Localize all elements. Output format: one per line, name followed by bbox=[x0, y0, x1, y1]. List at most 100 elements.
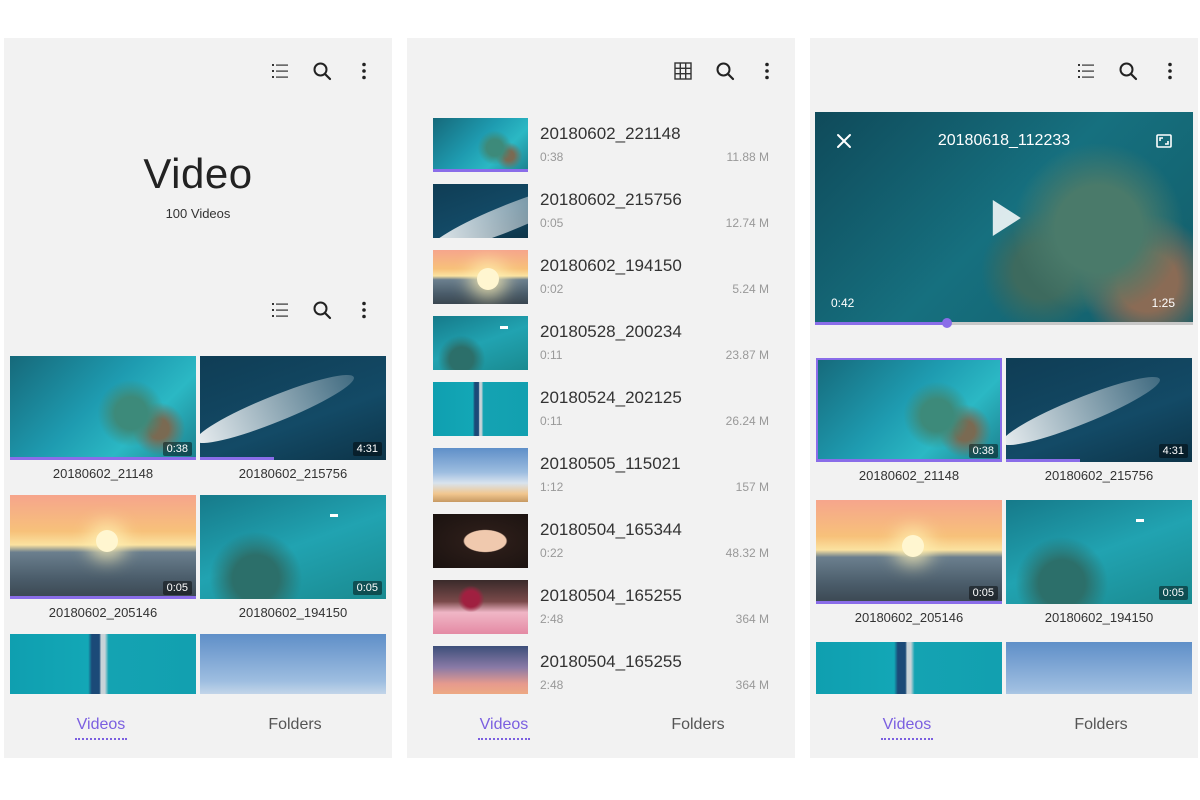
video-thumbnail[interactable]: 0:05 bbox=[1006, 500, 1192, 604]
list-view-icon[interactable] bbox=[270, 61, 290, 81]
video-thumbnail[interactable] bbox=[433, 514, 528, 568]
duration-badge: 4:31 bbox=[1158, 444, 1188, 458]
video-tile[interactable]: 0:05 20180602_194150 bbox=[1006, 500, 1192, 625]
file-size: 48.32 M bbox=[725, 546, 769, 560]
video-thumbnail[interactable]: 0:05 bbox=[816, 500, 1002, 604]
watch-progress-bar bbox=[1006, 459, 1081, 462]
file-size: 5.24 M bbox=[732, 282, 769, 296]
video-thumbnail[interactable] bbox=[433, 250, 528, 304]
video-thumbnail[interactable] bbox=[433, 448, 528, 502]
video-player[interactable]: 20180618_112233 0:42 1:25 bbox=[815, 112, 1193, 324]
list-item[interactable]: 20180524_202125 0:11 26.24 M bbox=[433, 382, 769, 436]
page-title: Video bbox=[143, 150, 253, 197]
video-thumbnail[interactable]: 0:05 bbox=[200, 495, 386, 599]
video-thumbnail[interactable] bbox=[433, 184, 528, 238]
player-title: 20180618_112233 bbox=[937, 132, 1071, 149]
watch-progress-bar bbox=[433, 169, 528, 172]
video-duration: 0:05 bbox=[540, 216, 564, 230]
video-tile[interactable]: 0:05 20180602_205146 bbox=[10, 495, 196, 620]
file-size: 364 M bbox=[735, 612, 769, 626]
fullscreen-icon[interactable] bbox=[1155, 132, 1173, 150]
file-size: 11.88 M bbox=[726, 150, 769, 164]
video-duration: 0:11 bbox=[540, 414, 563, 428]
seek-bar-fill bbox=[815, 322, 948, 325]
list-item[interactable]: 20180505_115021 1:12 157 M bbox=[433, 448, 769, 502]
more-icon[interactable] bbox=[354, 300, 374, 320]
list-item[interactable]: 20180504_165255 2:48 364 M bbox=[433, 580, 769, 634]
video-thumbnail[interactable] bbox=[433, 316, 528, 370]
video-title: 20180528_200234 bbox=[540, 322, 682, 341]
list-item[interactable]: 20180528_200234 0:11 23.87 M bbox=[433, 316, 769, 370]
video-tile[interactable]: 4:31 20180602_215756 bbox=[1006, 358, 1192, 483]
list-item[interactable]: 20180602_221148 0:38 11.88 M bbox=[433, 118, 769, 172]
search-icon[interactable] bbox=[312, 300, 332, 320]
duration-badge: 0:38 bbox=[162, 442, 192, 456]
bottom-nav: Videos Folders bbox=[810, 694, 1198, 758]
video-thumbnail[interactable]: 0:38 bbox=[10, 356, 196, 460]
file-size: 26.24 M bbox=[725, 414, 769, 428]
list-view-icon[interactable] bbox=[270, 300, 290, 320]
watch-progress-bar bbox=[10, 596, 196, 599]
search-icon[interactable] bbox=[312, 61, 332, 81]
video-thumbnail[interactable]: 0:05 bbox=[10, 495, 196, 599]
tab-folders[interactable]: Folders bbox=[1004, 694, 1198, 758]
video-title: 20180602_215756 bbox=[238, 466, 348, 481]
video-tile[interactable]: 4:31 20180602_215756 bbox=[200, 356, 386, 481]
duration-badge: 0:38 bbox=[968, 444, 998, 458]
file-size: 23.87 M bbox=[725, 348, 769, 362]
more-icon[interactable] bbox=[354, 61, 374, 81]
video-thumbnail[interactable]: 4:31 bbox=[200, 356, 386, 460]
video-tile[interactable]: 0:38 20180602_21148 bbox=[816, 358, 1002, 483]
more-icon[interactable] bbox=[757, 61, 777, 81]
video-title: 20180602_215756 bbox=[1044, 468, 1154, 483]
list-item[interactable]: 20180602_194150 0:02 5.24 M bbox=[433, 250, 769, 304]
search-icon[interactable] bbox=[715, 61, 735, 81]
tab-videos[interactable]: Videos bbox=[4, 694, 198, 758]
video-title: 20180602_194150 bbox=[238, 605, 348, 620]
tab-videos[interactable]: Videos bbox=[810, 694, 1004, 758]
video-thumbnail[interactable] bbox=[433, 382, 528, 436]
list-item[interactable]: 20180504_165255 2:48 364 M bbox=[433, 646, 769, 700]
video-list-screen: 20180602_221148 0:38 11.88 M 20180602_21575… bbox=[407, 38, 795, 758]
file-size: 12.74 M bbox=[725, 216, 769, 230]
video-grid-screen: Video 100 Videos 0:38 20180602_21148 4:31 2… bbox=[4, 38, 392, 758]
video-thumbnail[interactable] bbox=[433, 646, 528, 700]
video-title: 20180602_21148 bbox=[52, 466, 154, 481]
list-view-icon[interactable] bbox=[1076, 61, 1096, 81]
video-title: 20180505_115021 bbox=[540, 454, 681, 473]
seek-handle[interactable] bbox=[942, 318, 953, 328]
list-item[interactable]: 20180602_215756 0:05 12.74 M bbox=[433, 184, 769, 238]
list-item[interactable]: 20180504_165344 0:22 48.32 M bbox=[433, 514, 769, 568]
video-thumbnail[interactable] bbox=[433, 580, 528, 634]
more-icon[interactable] bbox=[1160, 61, 1180, 81]
video-title: 20180524_202125 bbox=[540, 388, 682, 407]
bottom-nav: Videos Folders bbox=[4, 694, 392, 758]
grid-view-icon[interactable] bbox=[673, 61, 693, 81]
video-thumbnail[interactable]: 4:31 bbox=[1006, 358, 1192, 462]
total-time: 1:25 bbox=[1151, 296, 1175, 310]
duration-badge: 0:05 bbox=[352, 581, 382, 595]
video-duration: 0:02 bbox=[540, 282, 564, 296]
video-thumbnail[interactable] bbox=[433, 118, 528, 172]
seek-bar[interactable] bbox=[815, 318, 1193, 328]
video-thumbnail[interactable]: 0:38 bbox=[816, 358, 1002, 462]
video-title: 20180504_165255 bbox=[540, 586, 682, 605]
grid-toolbar bbox=[270, 295, 374, 325]
video-duration: 2:48 bbox=[540, 678, 564, 692]
play-icon[interactable] bbox=[992, 200, 1021, 236]
top-toolbar bbox=[270, 56, 374, 86]
tab-folders[interactable]: Folders bbox=[601, 694, 795, 758]
video-count: 100 Videos bbox=[165, 206, 231, 221]
tab-folders[interactable]: Folders bbox=[198, 694, 392, 758]
video-tile[interactable]: 0:05 20180602_194150 bbox=[200, 495, 386, 620]
tab-videos[interactable]: Videos bbox=[407, 694, 601, 758]
video-tile[interactable]: 0:05 20180602_205146 bbox=[816, 500, 1002, 625]
video-duration: 2:48 bbox=[540, 612, 564, 626]
search-icon[interactable] bbox=[1118, 61, 1138, 81]
video-title: 20180602_21148 bbox=[858, 468, 960, 483]
video-player-screen: 20180618_112233 0:42 1:25 0:38 20180602_2… bbox=[810, 38, 1198, 758]
video-title: 20180602_221148 bbox=[540, 124, 681, 143]
video-tile[interactable]: 0:38 20180602_21148 bbox=[10, 356, 196, 481]
duration-badge: 4:31 bbox=[352, 442, 382, 456]
watch-progress-bar bbox=[10, 457, 196, 460]
